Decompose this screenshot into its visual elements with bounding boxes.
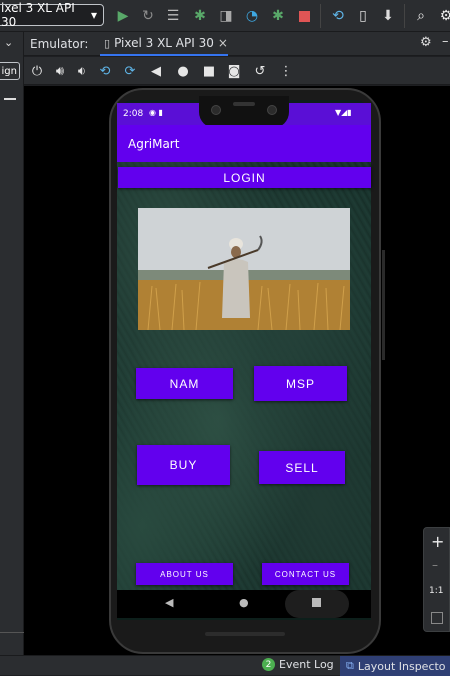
tab-label: Pixel 3 XL API 30 (114, 36, 214, 50)
emulator-label: Emulator: (30, 37, 89, 51)
buy-button[interactable]: BUY (137, 445, 230, 485)
status-time: 2:08 (123, 109, 144, 119)
emulator-controls: ⏻ 🔊︎ 🔉︎ ⟲ ⟳ ◀ ● ■ ◙ ↺ ⋮ (24, 57, 450, 85)
phone-side-button (382, 250, 385, 360)
notification-icon: ◉ ▮ (149, 108, 163, 117)
nav-back-icon[interactable]: ◀ (165, 596, 173, 609)
rotate-right-icon[interactable]: ⟳ (121, 61, 139, 81)
login-button-label: LOGIN (223, 170, 266, 185)
about-us-button-label: ABOUT US (160, 569, 209, 579)
app-title: AgriMart (128, 136, 180, 151)
login-button[interactable]: LOGIN (118, 167, 371, 188)
close-icon[interactable]: × (218, 36, 228, 50)
zoom-out-icon[interactable]: – (432, 558, 438, 572)
farmer-illustration (138, 208, 350, 330)
sell-button[interactable]: SELL (259, 451, 345, 484)
device-selector[interactable]: ixel 3 XL API 30 ▾ (0, 1, 104, 29)
logcat-icon[interactable]: ☰ (163, 6, 183, 26)
debug-icon[interactable]: ✱ (190, 6, 210, 26)
device-icon: ▯ (104, 36, 111, 50)
tab-pixel-3-xl[interactable]: ▯ Pixel 3 XL API 30 × (100, 32, 228, 56)
attach-icon[interactable]: ◨ (216, 6, 236, 26)
contact-us-button[interactable]: CONTACT US (262, 563, 349, 585)
snapshot-icon[interactable]: ↺ (251, 61, 269, 81)
back-icon[interactable]: ◀ (147, 61, 165, 81)
chevron-down-icon: ▾ (90, 8, 97, 22)
settings-icon[interactable]: ⚙ (436, 6, 450, 26)
home-icon[interactable]: ● (174, 61, 192, 81)
event-log-tab[interactable]: 2 Event Log (262, 658, 334, 671)
stop-icon[interactable] (294, 6, 314, 26)
farmer-wheat-field-image (138, 208, 350, 330)
event-log-count-badge: 2 (262, 658, 275, 671)
phone-notch (199, 96, 289, 128)
msp-button-label: MSP (285, 376, 315, 391)
minimize-icon[interactable]: – (442, 34, 449, 49)
msp-button[interactable]: MSP (254, 366, 347, 401)
top-toolbar: ixel 3 XL API 30 ▾ ▶ ↻ ☰ ✱ ◨ ◔ ✱ ⟲ ▯ ⬇ ⌕… (0, 0, 450, 32)
fit-screen-icon[interactable] (431, 612, 443, 624)
zoom-in-icon[interactable]: + (431, 532, 444, 551)
rerun-icon[interactable]: ↻ (138, 6, 158, 26)
power-icon[interactable]: ⏻ (28, 61, 46, 81)
volume-up-icon[interactable]: 🔊︎ (51, 61, 69, 81)
sign-button-label: ign (1, 65, 17, 77)
android-nav-bar: ◀ ● (117, 590, 371, 618)
sync-icon[interactable]: ⟲ (328, 6, 348, 26)
rotate-left-icon[interactable]: ⟲ (96, 61, 114, 81)
layout-inspector-icon: ⧉ (346, 659, 354, 672)
collapse-icon[interactable] (4, 98, 16, 100)
sign-button[interactable]: ign (0, 62, 20, 80)
zoom-actual-size-button[interactable]: 1:1 (429, 586, 443, 596)
more-options-icon[interactable]: ⋮ (277, 61, 295, 81)
sdk-icon[interactable]: ⬇ (378, 6, 398, 26)
device-manager-icon[interactable]: ▯ (353, 6, 373, 26)
speaker-grille (233, 102, 255, 106)
camera-icon[interactable]: ◙ (225, 61, 243, 81)
profile-icon[interactable]: ◔ (242, 6, 262, 26)
wifi-signal-battery-icon: ▼◢▮ (335, 108, 352, 117)
front-camera-icon (211, 105, 221, 115)
volume-down-icon[interactable]: 🔉︎ (73, 61, 91, 81)
layout-inspector-label: Layout Inspecto (357, 659, 446, 673)
nam-button-label: NAM (169, 376, 200, 391)
chevron-down-icon[interactable]: ⌄ (4, 36, 13, 49)
apply-changes-icon[interactable]: ✱ (268, 6, 288, 26)
front-camera-icon (267, 105, 277, 115)
layout-inspector-tab[interactable]: ⧉ Layout Inspecto (340, 656, 450, 676)
nav-recents-icon (312, 598, 321, 607)
nav-recents-pill[interactable] (285, 590, 349, 618)
ide-bottom-bar: 2 Event Log ⧉ Layout Inspecto (0, 655, 450, 676)
nam-button[interactable]: NAM (136, 368, 233, 399)
app-bar: AgriMart (117, 125, 371, 162)
toolbar-divider (404, 4, 405, 28)
sell-button-label: SELL (285, 460, 319, 475)
settings-icon[interactable]: ⚙ (420, 35, 432, 50)
phone-bottom-speaker (205, 632, 285, 636)
gutter-divider (0, 632, 24, 633)
toolbar-divider (320, 4, 321, 28)
run-icon[interactable]: ▶ (113, 6, 133, 26)
contact-us-button-label: CONTACT US (274, 569, 337, 579)
buy-button-label: BUY (169, 458, 198, 472)
about-us-button[interactable]: ABOUT US (136, 563, 233, 585)
device-selector-label: ixel 3 XL API 30 (1, 1, 75, 29)
event-log-label: Event Log (279, 658, 334, 671)
zoom-toolbar: + – 1:1 (423, 527, 450, 632)
search-icon[interactable]: ⌕ (411, 6, 431, 26)
left-gutter: ⌄ ign (0, 32, 24, 655)
nav-home-icon[interactable]: ● (239, 596, 249, 609)
emulator-tab-bar: Emulator: ▯ Pixel 3 XL API 30 × ⚙ – (24, 32, 450, 56)
overview-icon[interactable]: ■ (200, 61, 218, 81)
